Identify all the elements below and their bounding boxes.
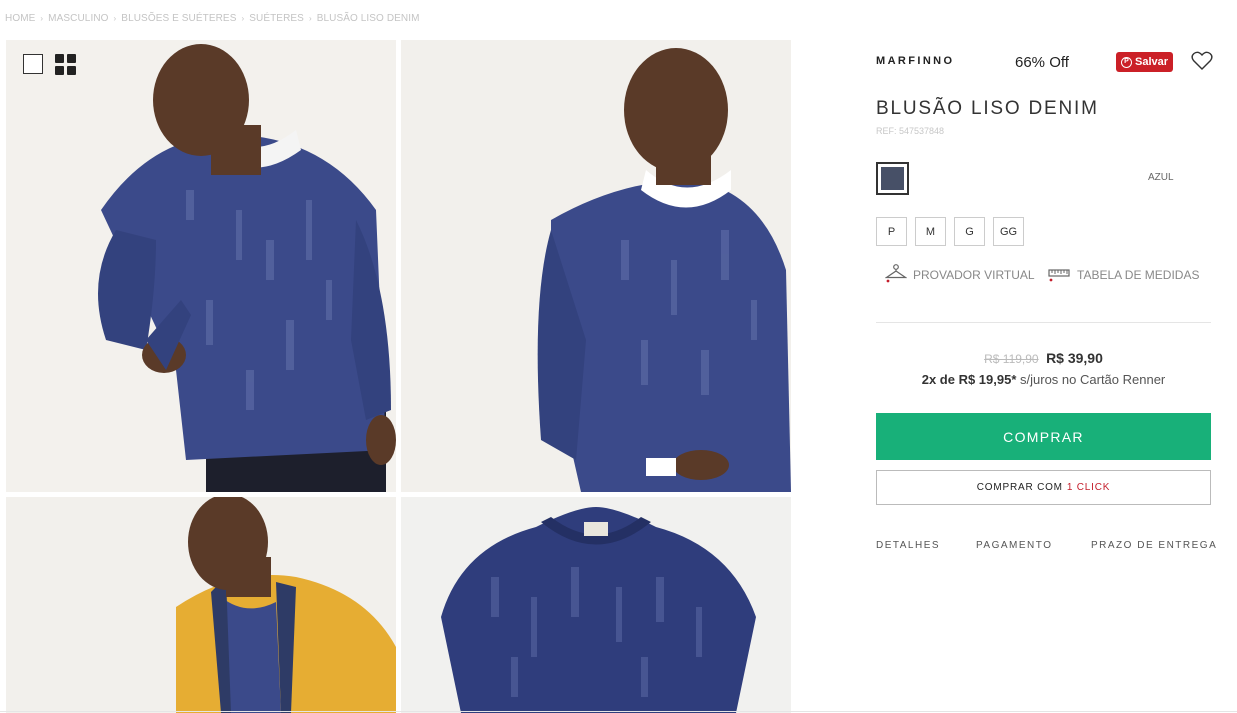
- breadcrumb-masculino[interactable]: MASCULINO: [48, 13, 108, 24]
- product-ref: REF: 547537848: [876, 126, 945, 136]
- discount-label: 66% Off: [1015, 54, 1069, 71]
- pinterest-save-label: Salvar: [1134, 56, 1169, 68]
- size-button-gg[interactable]: GG: [993, 217, 1024, 246]
- virtual-fitting-link[interactable]: PROVADOR VIRTUAL: [884, 263, 1035, 286]
- model-yellow-jacket-photo[interactable]: [6, 497, 396, 713]
- tab-payment[interactable]: PAGAMENTO: [976, 540, 1052, 551]
- hanger-icon: [884, 263, 908, 286]
- product-title: BLUSÃO LISO DENIM: [876, 98, 1099, 119]
- breadcrumb: HOME › MASCULINO › BLUSÕES E SUÉTERES › SUÉTER…: [5, 13, 420, 24]
- breadcrumb-separator: ›: [113, 14, 117, 23]
- breadcrumb-separator: ›: [241, 14, 245, 23]
- breadcrumb-home[interactable]: HOME: [5, 13, 35, 24]
- one-click-highlight: 1 CLICK: [1066, 482, 1111, 493]
- divider: [876, 322, 1211, 323]
- grid-cell: [67, 66, 76, 75]
- grid-cell: [67, 54, 76, 63]
- grid-cell: [55, 54, 64, 63]
- pinterest-icon: P: [1120, 56, 1132, 68]
- tab-delivery-time[interactable]: PRAZO DE ENTREGA: [1091, 540, 1217, 551]
- ruler-icon: [1047, 263, 1071, 286]
- single-view-icon[interactable]: [23, 54, 43, 74]
- color-swatch-azul[interactable]: [876, 162, 909, 195]
- size-chart-link[interactable]: TABELA DE MEDIDAS: [1047, 263, 1199, 286]
- breadcrumb-current[interactable]: BLUSÃO LISO DENIM: [317, 13, 420, 24]
- installments-amount: 2x de R$ 19,95*: [921, 372, 1017, 387]
- size-chart-label: TABELA DE MEDIDAS: [1077, 267, 1200, 282]
- model-side-sweater-photo[interactable]: [401, 40, 791, 492]
- selected-color-name: AZUL: [1148, 172, 1174, 183]
- current-price: R$ 39,90: [1046, 350, 1103, 366]
- one-click-label: COMPRAR COM: [976, 482, 1063, 493]
- grid-cell: [55, 66, 64, 75]
- grid-view-icon[interactable]: [55, 54, 76, 75]
- breadcrumb-separator: ›: [40, 14, 44, 23]
- breadcrumb-sueteres[interactable]: SUÉTERES: [249, 13, 304, 24]
- size-button-m[interactable]: M: [915, 217, 946, 246]
- breadcrumb-separator: ›: [308, 14, 312, 23]
- price-row: R$ 119,90 R$ 39,90: [876, 350, 1211, 368]
- size-selector: P M G GG: [876, 217, 1024, 246]
- favorite-heart-icon[interactable]: [1191, 51, 1213, 71]
- swatch-fill: [881, 167, 904, 190]
- page-bottom-border: [0, 711, 1237, 712]
- one-click-buy-button[interactable]: COMPRAR COM 1 CLICK: [876, 470, 1211, 505]
- virtual-fitting-label: PROVADOR VIRTUAL: [913, 267, 1035, 282]
- model-front-sweater-photo[interactable]: [6, 40, 396, 492]
- old-price: R$ 119,90: [984, 352, 1039, 366]
- tab-details[interactable]: DETALHES: [876, 540, 940, 551]
- size-button-p[interactable]: P: [876, 217, 907, 246]
- size-button-g[interactable]: G: [954, 217, 985, 246]
- sweater-flat-photo[interactable]: [401, 497, 791, 713]
- brand-name[interactable]: MARFINNO: [876, 55, 954, 67]
- buy-button[interactable]: COMPRAR: [876, 413, 1211, 460]
- breadcrumb-blusoes[interactable]: BLUSÕES E SUÉTERES: [121, 13, 236, 24]
- installments-text: s/juros no Cartão Renner: [1016, 372, 1166, 387]
- installments-info: 2x de R$ 19,95* s/juros no Cartão Renner: [876, 372, 1211, 387]
- pinterest-save-button[interactable]: P Salvar: [1116, 52, 1173, 72]
